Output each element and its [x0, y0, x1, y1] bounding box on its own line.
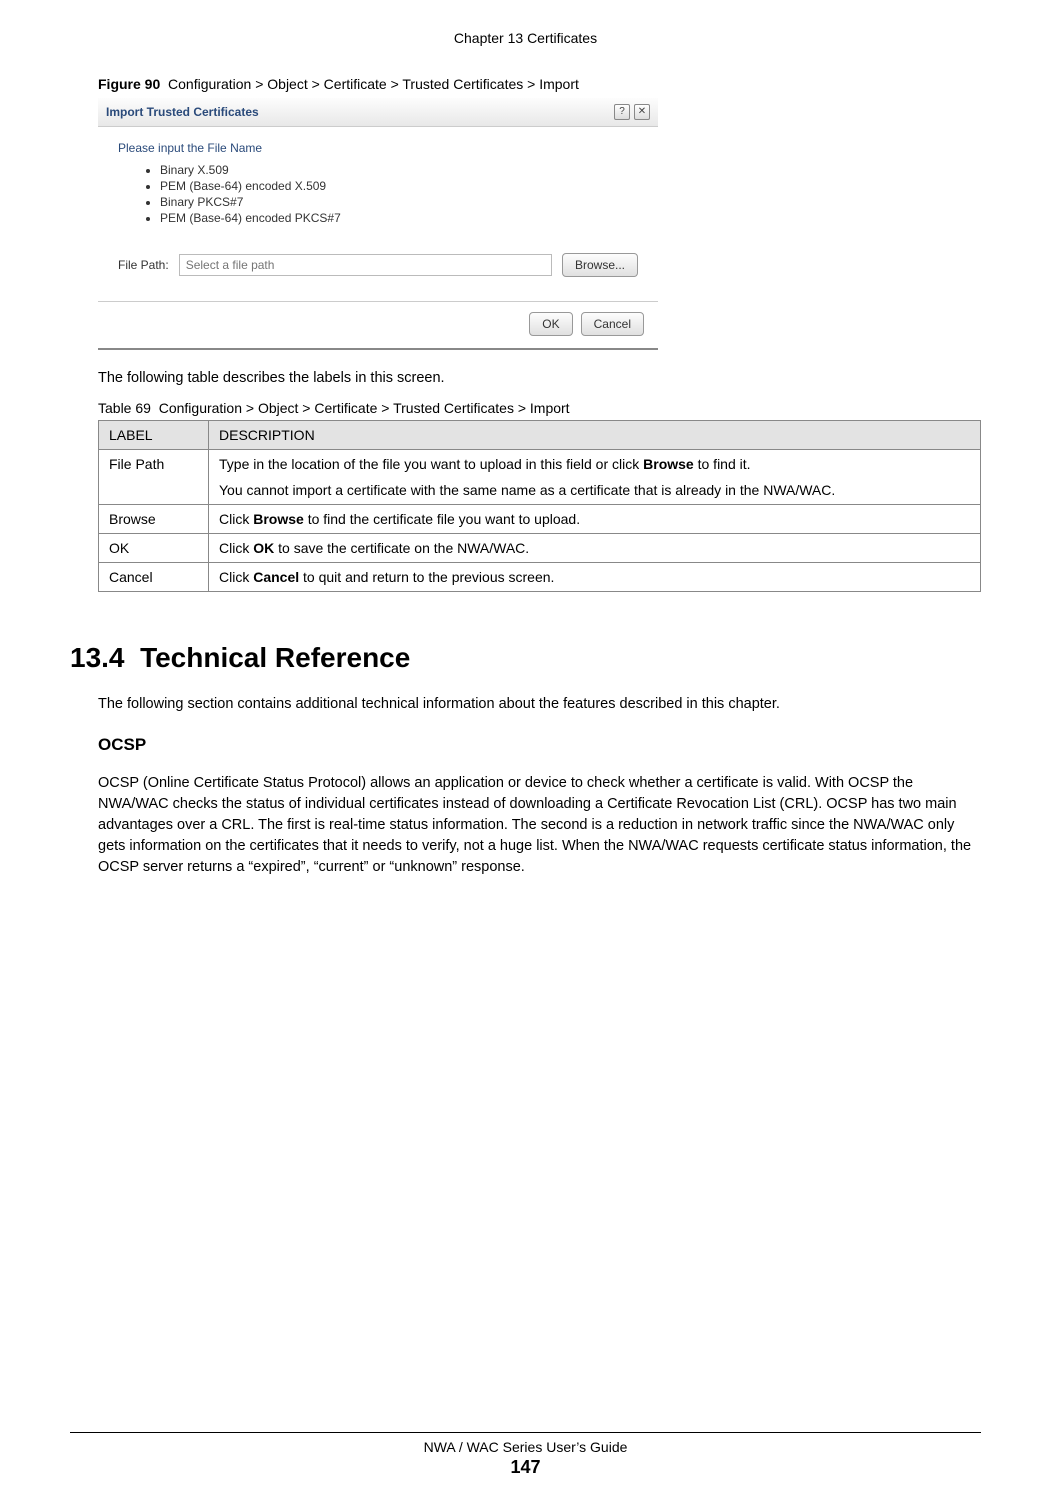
table-header-label: LABEL — [99, 421, 209, 450]
format-item: Binary PKCS#7 — [160, 195, 638, 209]
section-title: Technical Reference — [140, 642, 410, 673]
filepath-row: File Path: Browse... — [118, 253, 638, 277]
cancel-button[interactable]: Cancel — [581, 312, 644, 336]
help-icon[interactable]: ? — [614, 104, 630, 120]
filepath-label: File Path: — [118, 258, 169, 272]
table-cell-desc: Click Browse to find the certificate fil… — [209, 505, 981, 534]
figure-caption: Figure 90 Configuration > Object > Certi… — [98, 76, 981, 92]
dialog-prompt: Please input the File Name — [118, 141, 638, 155]
ocsp-heading: OCSP — [98, 735, 981, 755]
table-row: Cancel Click Cancel to quit and return t… — [99, 563, 981, 592]
section-intro: The following section contains additiona… — [98, 694, 981, 715]
section-number: 13.4 — [70, 642, 125, 673]
section-heading: 13.4 Technical Reference — [70, 642, 981, 674]
table-cell-desc: Click OK to save the certificate on the … — [209, 534, 981, 563]
dialog-titlebar: Import Trusted Certificates ? ✕ — [98, 98, 658, 127]
format-list: Binary X.509 PEM (Base-64) encoded X.509… — [160, 163, 638, 225]
format-item: Binary X.509 — [160, 163, 638, 177]
ocsp-body: OCSP (Online Certificate Status Protocol… — [98, 773, 981, 878]
table-caption-prefix: Table 69 — [98, 400, 151, 416]
format-item: PEM (Base-64) encoded X.509 — [160, 179, 638, 193]
footer-guide: NWA / WAC Series User’s Guide — [70, 1439, 981, 1455]
dialog-footer: OK Cancel — [98, 302, 658, 348]
dialog-title: Import Trusted Certificates — [106, 105, 259, 119]
description-table: LABEL DESCRIPTION File Path Type in the … — [98, 420, 981, 592]
page-footer: NWA / WAC Series User’s Guide 147 — [70, 1432, 981, 1478]
table-header-description: DESCRIPTION — [209, 421, 981, 450]
ok-button[interactable]: OK — [529, 312, 572, 336]
chapter-header: Chapter 13 Certificates — [70, 30, 981, 46]
titlebar-icons: ? ✕ — [614, 104, 650, 120]
table-cell-label: OK — [99, 534, 209, 563]
figure-label: Figure 90 — [98, 76, 160, 92]
browse-button[interactable]: Browse... — [562, 253, 638, 277]
footer-page-number: 147 — [70, 1457, 981, 1478]
table-row: File Path Type in the location of the fi… — [99, 450, 981, 505]
table-caption: Table 69 Configuration > Object > Certif… — [98, 400, 981, 416]
table-row: Browse Click Browse to find the certific… — [99, 505, 981, 534]
table-caption-text: Configuration > Object > Certificate > T… — [159, 400, 570, 416]
table-intro: The following table describes the labels… — [98, 370, 981, 386]
table-row: OK Click OK to save the certificate on t… — [99, 534, 981, 563]
import-dialog: Import Trusted Certificates ? ✕ Please i… — [98, 98, 658, 350]
dialog-body: Please input the File Name Binary X.509 … — [98, 127, 658, 295]
table-cell-label: Browse — [99, 505, 209, 534]
table-cell-desc: Click Cancel to quit and return to the p… — [209, 563, 981, 592]
table-cell-label: File Path — [99, 450, 209, 505]
figure-caption-text: Configuration > Object > Certificate > T… — [168, 76, 579, 92]
table-cell-desc: Type in the location of the file you wan… — [209, 450, 981, 505]
table-cell-label: Cancel — [99, 563, 209, 592]
format-item: PEM (Base-64) encoded PKCS#7 — [160, 211, 638, 225]
close-icon[interactable]: ✕ — [634, 104, 650, 120]
filepath-input[interactable] — [179, 254, 552, 276]
